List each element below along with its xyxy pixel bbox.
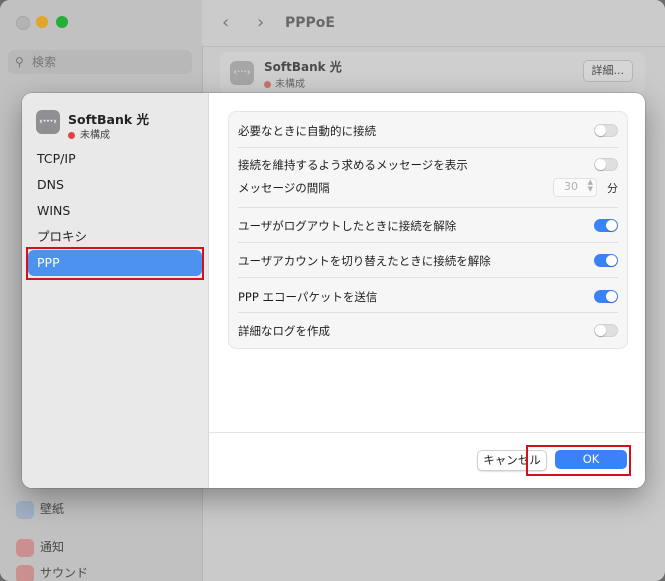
ppp-highlight-box [26,247,204,280]
sidebar-item-dns[interactable]: DNS [28,172,202,198]
divider [238,277,618,278]
option-label: 接続を維持するよう求めるメッセージを表示 [238,158,468,172]
toggle-knob [606,220,617,231]
keepalive-prompt-toggle[interactable] [594,158,618,171]
option-label: 詳細なログを作成 [238,324,330,338]
divider [238,242,618,243]
disconnect-on-logout-toggle[interactable] [594,219,618,232]
service-status-text: 未構成 [80,130,110,141]
option-label: 必要なときに自動的に接続 [238,124,376,138]
toggle-knob [595,325,606,336]
option-label: PPP エコーパケットを送信 [238,290,378,304]
ppp-settings-sheet: ‹···› SoftBank 光 未構成 TCP/IP DNS WINS プロキ… [22,93,645,488]
auto-connect-toggle[interactable] [594,124,618,137]
sheet-sidebar: ‹···› SoftBank 光 未構成 TCP/IP DNS WINS プロキ… [22,93,209,488]
ppp-options-panel: 必要なときに自動的に接続 接続を維持するよう求めるメッセージを表示 メッセージの… [209,93,645,488]
verbose-logging-toggle[interactable] [594,324,618,337]
message-interval-value: 30 [564,180,578,193]
ok-highlight-box [526,445,631,476]
toggle-knob [606,255,617,266]
divider [238,312,618,313]
sidebar-item-tcpip[interactable]: TCP/IP [28,146,202,172]
toggle-knob [606,291,617,302]
footer-divider [209,432,645,433]
status-dot [68,131,75,139]
ppp-options-group: 必要なときに自動的に接続 接続を維持するよう求めるメッセージを表示 メッセージの… [228,111,628,349]
divider [238,147,618,148]
toggle-knob [595,125,606,136]
sidebar-item-wins[interactable]: WINS [28,198,202,224]
send-echo-packets-toggle[interactable] [594,290,618,303]
option-label: ユーザアカウントを切り替えたときに接続を解除 [238,254,491,268]
disconnect-on-user-switch-toggle[interactable] [594,254,618,267]
divider [238,207,618,208]
stepper-arrows-icon[interactable]: ▲ ▼ [588,179,593,193]
message-interval-unit: 分 [607,182,618,195]
service-status: 未構成 [68,126,110,141]
option-label: ユーザがログアウトしたときに接続を解除 [238,219,457,233]
toggle-knob [595,159,606,170]
message-interval-stepper[interactable]: 30 ▲ ▼ [553,178,597,197]
network-dots-icon: ‹···› [36,110,60,134]
message-interval-label: メッセージの間隔 [238,181,330,195]
